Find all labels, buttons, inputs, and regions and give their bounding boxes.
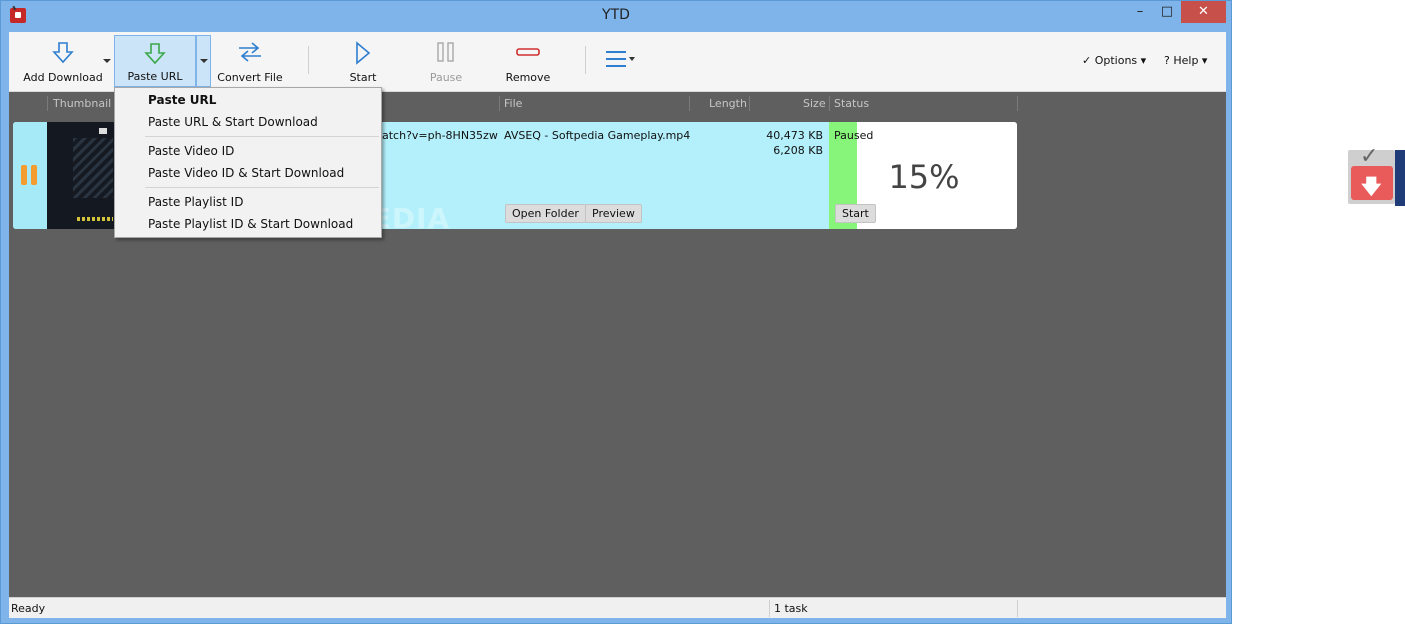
download-arrow-icon [52,42,74,64]
paste-url-dropdown[interactable] [196,35,211,87]
chevron-down-icon [200,59,208,63]
maximize-button[interactable]: □ [1156,1,1178,23]
column-separator [47,96,48,111]
file-name: AVSEQ - Softpedia Gameplay.mp4 [504,129,691,142]
column-header-length[interactable]: Length [709,97,747,110]
minimize-button[interactable]: – [1129,1,1151,23]
remove-button[interactable]: Remove [501,35,555,87]
add-download-button[interactable]: Add Download [17,35,109,87]
convert-file-button[interactable]: Convert File [215,35,285,87]
status-bar: Ready 1 task [9,597,1226,618]
paste-url-button[interactable]: Paste URL [114,35,196,87]
question-icon: ? [1164,54,1170,67]
row-start-button[interactable]: Start [835,204,876,223]
floating-download-widget[interactable]: ✓ 🡇 [1348,144,1405,206]
size-downloaded: 6,208 KB [773,144,823,157]
column-header-status[interactable]: Status [834,97,869,110]
column-separator [1017,96,1018,111]
menu-paste-video-id-start[interactable]: Paste Video ID & Start Download [115,162,381,184]
paste-arrow-icon [144,43,166,65]
status-task-count: 1 task [774,602,808,615]
convert-arrows-icon [239,42,261,62]
help-label: Help [1173,54,1199,67]
pause-label: Pause [429,71,463,84]
video-url: atch?v=ph-8HN35zw [382,129,498,142]
pause-button[interactable]: Pause [421,35,471,87]
video-thumbnail [47,122,117,229]
add-download-label: Add Download [23,71,103,84]
status-separator [1017,600,1018,617]
menu-paste-playlist-id[interactable]: Paste Playlist ID [115,191,381,213]
menu-paste-video-id[interactable]: Paste Video ID [115,140,381,162]
column-separator [689,96,690,111]
add-download-dropdown-icon[interactable] [103,59,111,63]
toolbar-separator [585,46,586,74]
progress-percent: 15% [888,158,960,196]
checkmark-icon: ✓ [1082,54,1092,67]
toolbar-separator [308,46,309,74]
download-arrow-icon: 🡇 [1361,174,1382,198]
help-menu[interactable]: ? Help ▾ [1164,54,1207,67]
options-menu[interactable]: ✓ Options ▾ [1082,54,1146,67]
menu-separator [145,187,379,188]
column-separator [749,96,750,111]
convert-file-label: Convert File [217,71,283,84]
column-header-file[interactable]: File [504,97,522,110]
view-menu-button[interactable] [599,35,641,87]
close-button[interactable]: ✕ [1181,1,1226,23]
paste-url-menu: Paste URL Paste URL & Start Download Pas… [114,87,382,238]
options-label: Options [1094,54,1138,67]
preview-button[interactable]: Preview [585,204,642,223]
pause-icon[interactable] [21,165,39,185]
status-text: Paused [834,129,874,142]
size-total: 40,473 KB [766,129,823,142]
status-separator [769,600,770,617]
paste-url-label: Paste URL [127,70,183,83]
play-icon [356,41,371,65]
menu-paste-url[interactable]: Paste URL [115,89,381,111]
title-bar[interactable]: YTD – □ ✕ [1,1,1231,31]
remove-icon [516,48,540,56]
row-control-cell [13,122,47,229]
open-folder-button[interactable]: Open Folder [505,204,586,223]
menu-separator [145,136,379,137]
column-separator [829,96,830,111]
column-separator [499,96,500,111]
column-header-thumbnail[interactable]: Thumbnail [53,97,111,110]
menu-paste-playlist-id-start[interactable]: Paste Playlist ID & Start Download [115,213,381,235]
pause-icon [437,42,454,62]
chevron-down-icon: ▾ [1140,54,1147,67]
start-label: Start [349,71,377,84]
toolbar: Add Download Paste URL Convert File Star… [9,32,1226,92]
status-ready: Ready [11,602,46,615]
remove-label: Remove [505,71,551,84]
chevron-down-icon: ▾ [1201,54,1208,67]
column-header-size[interactable]: Size [803,97,826,110]
window-title: YTD [602,7,630,23]
menu-paste-url-start[interactable]: Paste URL & Start Download [115,111,381,133]
list-menu-icon [606,51,635,67]
start-button[interactable]: Start [339,35,387,87]
widget-side-bar [1395,150,1405,206]
